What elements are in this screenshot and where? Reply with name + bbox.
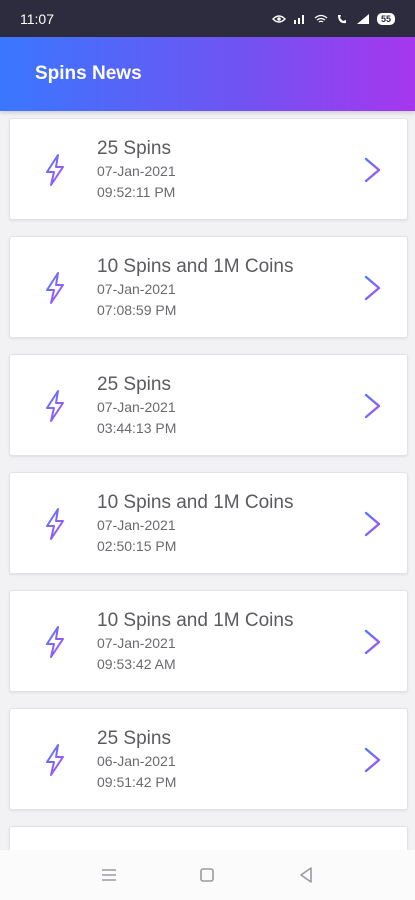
news-time: 02:50:15 PM	[97, 538, 177, 554]
news-card[interactable]: 10 Spins and 1M Coins 07-Jan-2021 09:53:…	[9, 590, 408, 692]
news-card[interactable]: 25 Spins 07-Jan-2021 09:52:11 PM	[9, 118, 408, 220]
eye-icon	[271, 14, 286, 23]
status-bar: 11:07 55	[0, 0, 415, 37]
status-icons: 55	[271, 12, 395, 25]
news-list: 25 Spins 07-Jan-2021 09:52:11 PM 10 Spin…	[0, 118, 415, 850]
news-title: 10 Spins and 1M Coins	[97, 256, 294, 277]
lightning-icon	[46, 390, 64, 422]
page-title: Spins News	[35, 63, 142, 84]
lightning-icon	[46, 508, 64, 540]
news-title: 10 Spins and 1M Coins	[97, 610, 294, 631]
news-date: 07-Jan-2021	[97, 281, 176, 297]
cell-signal-icon	[356, 13, 369, 24]
news-time: 03:44:13 PM	[97, 420, 177, 436]
chevron-right-icon[interactable]	[363, 393, 383, 419]
news-title: 25 Spins	[97, 374, 171, 395]
chevron-right-icon[interactable]	[363, 157, 383, 183]
news-time: 07:08:59 PM	[97, 302, 177, 318]
signal-icon	[293, 14, 304, 24]
lightning-icon	[46, 272, 64, 304]
news-date: 07-Jan-2021	[97, 163, 176, 179]
call-icon	[337, 14, 346, 23]
news-time: 09:51:42 PM	[97, 774, 177, 790]
lightning-icon	[46, 626, 64, 658]
system-nav-bar	[0, 850, 415, 900]
chevron-right-icon[interactable]	[363, 747, 383, 773]
wifi-icon	[314, 14, 328, 23]
chevron-right-icon[interactable]	[363, 275, 383, 301]
status-time: 11:07	[20, 10, 54, 27]
battery-icon: 55	[376, 12, 395, 25]
home-icon[interactable]	[197, 865, 217, 885]
news-date: 07-Jan-2021	[97, 399, 176, 415]
app-bar: Spins News	[0, 37, 415, 111]
back-icon[interactable]	[296, 865, 316, 885]
news-time: 09:53:42 AM	[97, 656, 176, 672]
lightning-icon	[46, 154, 64, 186]
lightning-icon	[46, 744, 64, 776]
news-date: 07-Jan-2021	[97, 635, 176, 651]
news-card[interactable]: 10 Spins and 1M Coins 07-Jan-2021 02:50:…	[9, 472, 408, 574]
menu-icon[interactable]	[99, 865, 119, 885]
news-title: 25 Spins	[97, 728, 171, 749]
news-time: 09:52:11 PM	[97, 184, 176, 200]
news-card[interactable]: 10 Spins and 1M Coins 07-Jan-2021 07:08:…	[9, 236, 408, 338]
news-title: 10 Spins and 1M Coins	[97, 492, 294, 513]
chevron-right-icon[interactable]	[363, 629, 383, 655]
chevron-right-icon[interactable]	[363, 511, 383, 537]
news-card-partial[interactable]	[9, 826, 408, 850]
news-card[interactable]: 25 Spins 07-Jan-2021 03:44:13 PM	[9, 354, 408, 456]
news-title: 25 Spins	[97, 138, 171, 159]
news-date: 06-Jan-2021	[97, 753, 176, 769]
news-card[interactable]: 25 Spins 06-Jan-2021 09:51:42 PM	[9, 708, 408, 810]
news-date: 07-Jan-2021	[97, 517, 176, 533]
